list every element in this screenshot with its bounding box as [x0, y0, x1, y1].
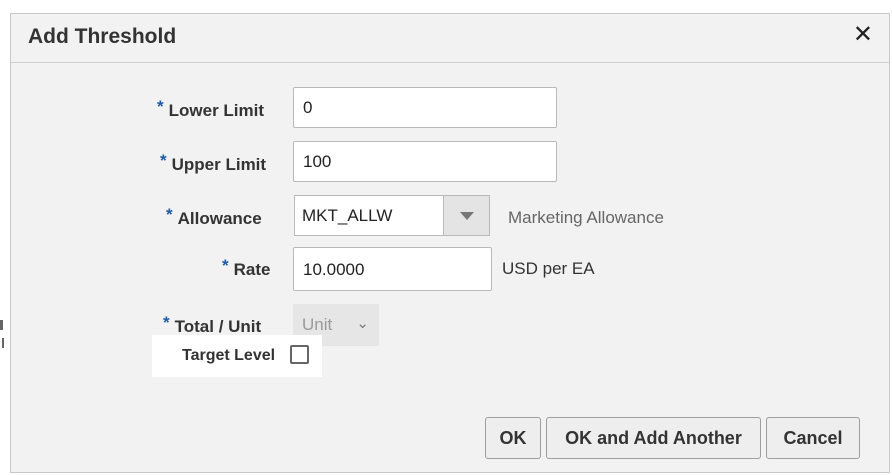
left-edge-marker: [0, 320, 3, 330]
ok-and-add-another-button[interactable]: OK and Add Another: [546, 417, 761, 459]
required-marker: *: [166, 205, 173, 224]
rate-label-text: Rate: [233, 260, 271, 279]
triangle-down-icon: [459, 212, 474, 220]
required-marker: *: [157, 97, 164, 116]
allowance-combobox[interactable]: MKT_ALLW: [294, 195, 490, 236]
close-icon[interactable]: ✕: [853, 23, 873, 47]
rate-label: * Rate: [222, 256, 270, 280]
required-marker: *: [222, 256, 229, 275]
upper-limit-label-text: Upper Limit: [171, 155, 267, 174]
upper-limit-label: * Upper Limit: [160, 151, 266, 175]
left-edge-marker: [2, 338, 4, 348]
chevron-down-icon: ⌄: [356, 315, 369, 332]
dialog-titlebar: Add Threshold ✕: [11, 14, 889, 63]
allowance-label: * Allowance: [166, 205, 262, 229]
lower-limit-label-text: Lower Limit: [168, 101, 265, 120]
rate-input[interactable]: 10.0000: [293, 247, 492, 291]
allowance-description: Marketing Allowance: [508, 208, 664, 227]
allowance-dropdown-button[interactable]: [444, 195, 490, 236]
allowance-input[interactable]: MKT_ALLW: [294, 195, 444, 236]
total-unit-label-text: Total / Unit: [174, 317, 262, 336]
required-marker: *: [163, 313, 170, 332]
add-threshold-dialog: Add Threshold ✕: [10, 13, 890, 473]
target-level-label: Target Level: [182, 347, 276, 364]
ok-button[interactable]: OK: [485, 417, 541, 459]
target-level-checkbox[interactable]: [290, 345, 309, 364]
rate-unit: USD per EA: [502, 259, 595, 278]
upper-limit-input[interactable]: 100: [293, 141, 557, 182]
lower-limit-label: * Lower Limit: [157, 97, 264, 121]
dialog-title: Add Threshold: [28, 25, 177, 48]
required-marker: *: [160, 151, 167, 170]
allowance-label-text: Allowance: [177, 209, 262, 228]
lower-limit-input[interactable]: 0: [293, 87, 557, 128]
total-unit-selected: Unit: [302, 315, 333, 334]
total-unit-label: * Total / Unit: [163, 313, 261, 337]
target-level-row: Target Level: [152, 335, 322, 377]
cancel-button[interactable]: Cancel: [766, 417, 860, 459]
